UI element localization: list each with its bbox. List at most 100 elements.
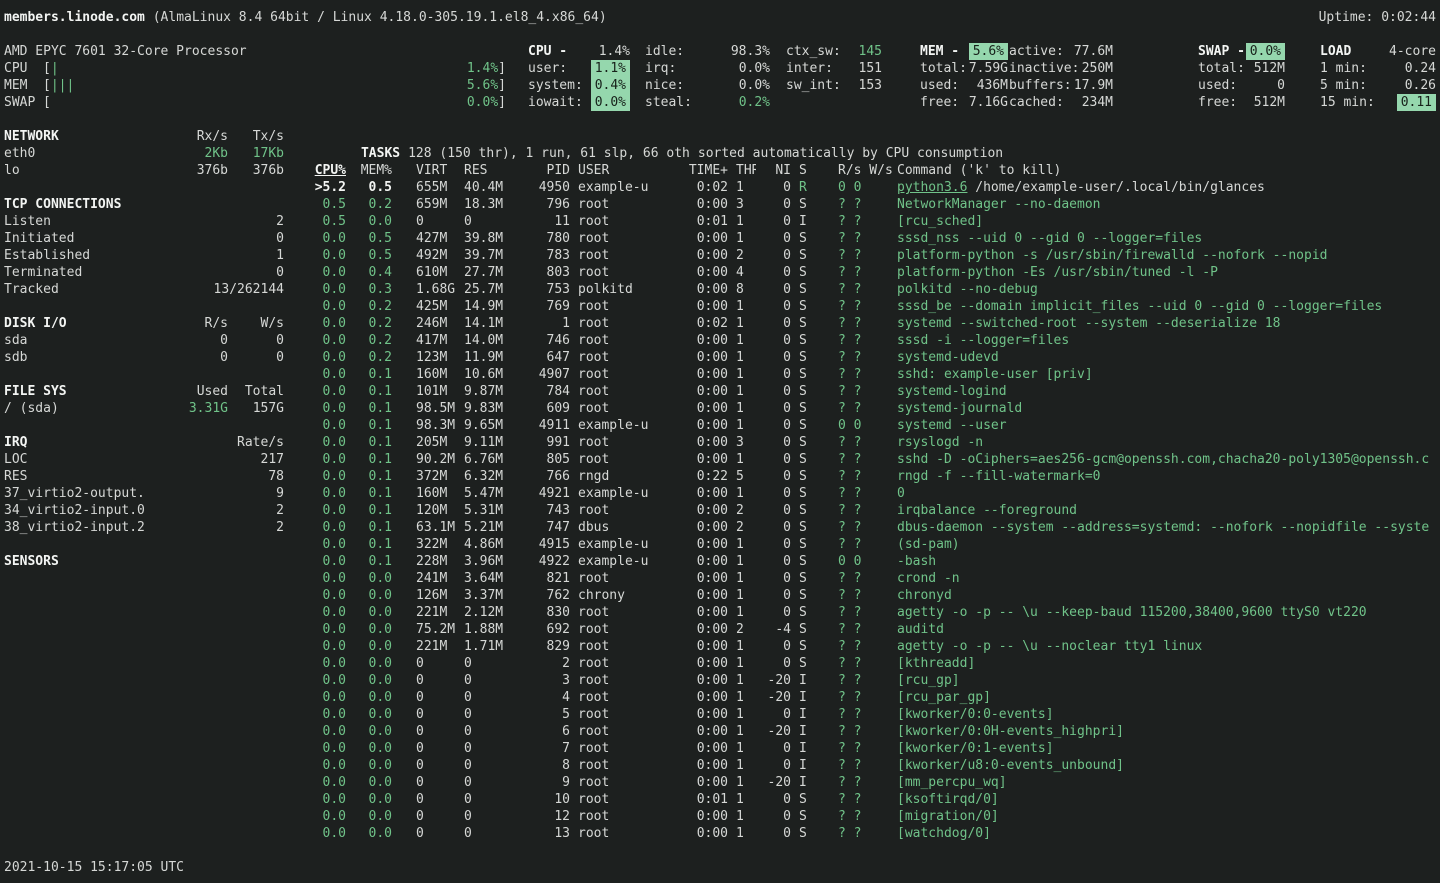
nice-cell: 0 [764,740,791,757]
user-cell: root [578,621,656,638]
virt-cell: 75.2M [416,621,462,638]
header-nice[interactable]: NI [764,162,791,179]
command-text: -bash [897,554,936,569]
mem-percent-cell: 0.0 [360,757,392,774]
io-rates-cell: 0 0 [838,179,894,196]
pid-cell: 4 [518,689,570,706]
header-res[interactable]: RES [464,162,510,179]
io-rates-cell: ? ? [838,451,894,468]
res-cell: 0 [464,825,510,842]
res-cell: 0 [464,706,510,723]
pid-cell: 13 [518,825,570,842]
pid-cell: 762 [518,587,570,604]
nice-cell: 0 [764,332,791,349]
header-status[interactable]: S [799,162,811,179]
cpu-percent-cell: 0.0 [314,400,346,417]
mem-percent-cell: 0.2 [360,315,392,332]
command-text: systemd --user [897,418,1007,433]
mem-percent-cell: 0.1 [360,468,392,485]
pid-cell: 4911 [518,417,570,434]
mem-percent-cell: 0.5 [360,179,392,196]
command-cell: sshd -D -oCiphers=aes256-gcm@openssh.com… [897,451,1440,468]
res-cell: 27.7M [464,264,510,281]
stat-value: 0.0% [739,77,770,94]
virt-cell: 98.3M [416,417,462,434]
user-cell: root [578,332,656,349]
virt-cell: 160M [416,366,462,383]
cpu-model: AMD EPYC 7601 32-Core Processor [4,43,506,60]
virt-cell: 425M [416,298,462,315]
status-cell: S [799,519,811,536]
irq-rate-value: 78 [144,468,284,485]
pid-cell: 4921 [518,485,570,502]
header-cpu-percent[interactable]: CPU% [314,162,346,179]
disk-row: sdb 0 0 [4,349,284,366]
res-cell: 5.31M [464,502,510,519]
threads-cell: 1 [736,349,756,366]
irq-name: 37_virtio2-output.1 [4,485,144,502]
header-pid[interactable]: PID [518,162,570,179]
res-cell: 4.86M [464,536,510,553]
command-cell: sssd -i --logger=files [897,332,1440,349]
header-mem-percent[interactable]: MEM% [360,162,392,179]
network-row: eth0 2Kb 17Kb [4,145,284,162]
res-cell: 9.11M [464,434,510,451]
command-text: [ksoftirqd/0] [897,792,999,807]
tcp-stat-value: 1 [144,247,284,264]
header-time[interactable]: TIME+ [684,162,728,179]
threads-cell: 3 [736,434,756,451]
mem-percent-cell: 0.0 [360,808,392,825]
command-cell: [kworker/0:0-events] [897,706,1440,723]
nice-cell: 0 [764,451,791,468]
command-text: chronyd [897,588,952,603]
command-cell: agetty -o -p -- \u --noclear tty1 linux [897,638,1440,655]
user-cell: root [578,706,656,723]
stat-row: irq:0.0% [645,60,770,77]
command-text: platform-python -Es /usr/sbin/tuned -l -… [897,265,1218,280]
header-command[interactable]: Command ('k' to kill) [897,162,1440,179]
rx-header: Rx/s [170,128,228,145]
cpu-time-cell: 0:00 [684,638,728,655]
res-cell: 0 [464,672,510,689]
nice-cell: 0 [764,655,791,672]
cpu-time-cell: 0:02 [684,315,728,332]
status-cell: S [799,638,811,655]
res-cell: 3.96M [464,553,510,570]
stat-row: sw_int:153 [786,77,882,94]
irq-row: 37_virtio2-output.1 9 [4,485,284,502]
command-text: polkitd --no-debug [897,282,1038,297]
stat-value: 0.0% [739,60,770,77]
header-threads[interactable]: THR [736,162,756,179]
mem-percent-cell: 0.0 [360,621,392,638]
nice-cell: 0 [764,366,791,383]
process-row: 0.0 0.0 241M 3.64M 821 root 0:00 1 0 S ?… [314,570,1440,587]
disk-read-value: 0 [170,332,228,349]
nice-cell: -20 [764,689,791,706]
user-cell: root [578,570,656,587]
status-cell: S [799,655,811,672]
stat-row: MEM -5.6% [920,43,1008,60]
res-cell: 10.6M [464,366,510,383]
stat-value: 151 [859,60,882,77]
stat-value: 1.4% [599,43,630,60]
header-virt[interactable]: VIRT [416,162,462,179]
res-cell: 3.64M [464,570,510,587]
virt-cell: 0 [416,706,462,723]
command-cell: [kworker/0:0H-events_highpri] [897,723,1440,740]
nice-cell: 0 [764,570,791,587]
disk-header: DISK I/O R/s W/s [4,315,284,332]
cpu-time-cell: 0:00 [684,553,728,570]
cpu-time-cell: 0:00 [684,621,728,638]
cpu-percent-cell: 0.0 [314,774,346,791]
header-io-rates[interactable]: R/s W/s [838,162,894,179]
virt-cell: 659M [416,196,462,213]
status-cell: S [799,808,811,825]
command-cell: chronyd [897,587,1440,604]
command-text: sshd -D -oCiphers=aes256-gcm@openssh.com… [897,452,1429,467]
tx-header: Tx/s [228,128,284,145]
interface-name: lo [4,162,170,179]
tcp-stat-name: Terminated [4,264,144,281]
mem-percent-cell: 0.1 [360,485,392,502]
header-user[interactable]: USER [578,162,656,179]
command-text: [kworker/0:1-events] [897,741,1054,756]
